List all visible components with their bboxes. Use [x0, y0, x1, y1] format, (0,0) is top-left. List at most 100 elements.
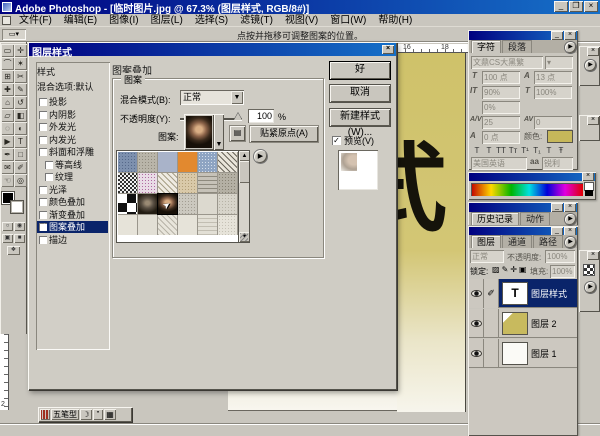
pattern-swatch-20[interactable] — [158, 215, 177, 235]
pattern-swatch-11[interactable] — [218, 173, 237, 193]
style-row-8[interactable]: 纹理 — [37, 171, 108, 183]
char-style-button-4[interactable]: T¹ — [519, 145, 531, 157]
pattern-dropdown-arrow[interactable]: ▼ — [214, 114, 224, 150]
pattern-swatch-1[interactable] — [138, 152, 157, 172]
char-style-button-0[interactable]: T — [471, 145, 483, 157]
menu-item-1[interactable]: 编辑(E) — [58, 14, 103, 27]
pattern-swatch-4[interactable] — [198, 152, 217, 172]
layer-row[interactable]: 图层 2 — [469, 309, 577, 338]
palette-close-icon[interactable]: × — [564, 203, 576, 212]
lock-icon-0[interactable]: ▨ — [492, 265, 502, 274]
tool-rect-marquee[interactable]: ▭ — [1, 44, 14, 57]
style-row-0[interactable]: 样式 — [37, 66, 108, 78]
lock-icons[interactable]: ▨✎✛▣ — [492, 265, 529, 274]
white-swatch[interactable] — [585, 183, 593, 190]
style-checkbox[interactable] — [39, 211, 47, 219]
style-checkbox[interactable]: ✓ — [39, 223, 47, 231]
keyboard-icon[interactable]: ▦ — [104, 409, 116, 420]
style-checkbox[interactable] — [39, 98, 47, 106]
menu-item-8[interactable]: 帮助(H) — [372, 14, 418, 27]
style-row-2[interactable]: 投影 — [37, 96, 108, 108]
char-style-button-1[interactable]: T — [483, 145, 495, 157]
pattern-scrollbar[interactable]: ▲ ▼ — [238, 151, 249, 242]
style-checkbox[interactable] — [45, 173, 53, 181]
lock-icon-3[interactable]: ▣ — [519, 265, 529, 274]
pattern-swatch-9[interactable] — [178, 173, 197, 193]
close-button[interactable]: × — [584, 1, 598, 12]
pattern-swatch-15[interactable] — [178, 194, 197, 214]
style-row-4[interactable]: 外发光 — [37, 121, 108, 133]
visibility-cell[interactable] — [469, 309, 484, 338]
palette-menu-icon[interactable]: ▶ — [565, 237, 576, 248]
layer-row[interactable]: 图层 1 — [469, 339, 577, 368]
tool-clone-stamp[interactable]: ⌂ — [1, 96, 14, 109]
pattern-swatch-7[interactable] — [138, 173, 157, 193]
pattern-swatch-2[interactable] — [158, 152, 177, 172]
palette-close-icon[interactable]: × — [587, 47, 599, 56]
layer-blend-mode-select[interactable]: 正常 — [470, 250, 504, 263]
link-cell[interactable] — [484, 309, 499, 338]
new-pattern-button[interactable]: ▤ — [230, 126, 245, 141]
language-select[interactable]: 美国英语 — [471, 157, 527, 170]
blend-mode-select[interactable]: 正常 ▼ — [180, 90, 244, 105]
moon-icon[interactable]: ☽ — [80, 409, 92, 420]
palette-title-bar[interactable]: × — [469, 173, 595, 181]
antialias-select[interactable]: 锐利 — [542, 157, 573, 170]
tab-actions[interactable]: 动作 — [520, 212, 550, 225]
style-row-6[interactable]: 斜面和浮雕 — [37, 146, 108, 158]
screen-mode-full-button[interactable]: ■ — [14, 234, 25, 243]
tab-layers[interactable]: 图层 — [471, 235, 501, 248]
layer-name[interactable]: 图层 1 — [531, 347, 557, 360]
tab-paths[interactable]: 路径 — [533, 235, 563, 248]
tool-dodge[interactable]: ◐ — [14, 122, 27, 135]
pattern-swatch-17[interactable] — [218, 194, 237, 214]
scroll-up-icon[interactable]: ▲ — [239, 151, 250, 161]
style-row-3[interactable]: 内阴影 — [37, 109, 108, 121]
tool-crop[interactable]: ⊞ — [1, 70, 14, 83]
style-checkbox[interactable] — [39, 111, 47, 119]
tab-character[interactable]: 字符 — [471, 40, 501, 53]
palette-close-icon[interactable]: × — [587, 251, 599, 260]
ok-button[interactable]: 好 — [330, 62, 390, 79]
tool-magic-wand[interactable]: ✶ — [14, 57, 27, 70]
eye-icon[interactable] — [471, 350, 482, 357]
jump-to-imageready-button[interactable]: ❖ — [7, 246, 20, 255]
link-cell[interactable] — [484, 339, 499, 368]
tool-type[interactable]: T — [14, 135, 27, 148]
tool-brush[interactable]: ✎ — [14, 83, 27, 96]
style-row-9[interactable]: 光泽 — [37, 184, 108, 196]
palette-menu-icon[interactable]: ▶ — [565, 42, 576, 53]
tool-pen[interactable]: ✒ — [1, 148, 14, 161]
lock-icon-2[interactable]: ✛ — [510, 265, 519, 274]
opacity-value-field[interactable]: 100 — [248, 109, 274, 123]
pattern-swatch-14[interactable]: ➤ — [158, 194, 177, 214]
char-style-button-2[interactable]: TT — [495, 145, 507, 157]
layer-thumbnail[interactable] — [503, 343, 527, 364]
char-style-button-6[interactable]: T — [543, 145, 555, 157]
tab-history[interactable]: 历史记录 — [471, 212, 519, 225]
style-checkbox[interactable] — [39, 148, 47, 156]
scrollbar-thumb[interactable] — [239, 161, 250, 183]
ime-grip-icon[interactable] — [40, 409, 50, 420]
palette-close-icon[interactable]: × — [587, 116, 599, 125]
palette-title-bar[interactable]: _ × — [469, 203, 577, 212]
pattern-swatch-22[interactable] — [198, 215, 217, 235]
screen-mode-standard-button[interactable]: ▣ — [2, 234, 13, 243]
visibility-cell[interactable] — [469, 339, 484, 368]
quick-mask-button[interactable]: ◉ — [14, 222, 25, 231]
tool-gradient[interactable]: ◧ — [14, 109, 27, 122]
font-family-select[interactable]: 文鼎CS大黑繁 — [471, 56, 543, 69]
menu-item-0[interactable]: 文件(F) — [13, 14, 58, 27]
snap-to-origin-button[interactable]: 贴紧原点(A) — [250, 126, 318, 142]
style-row-11[interactable]: 渐变叠加 — [37, 209, 108, 221]
style-row-13[interactable]: 描边 — [37, 234, 108, 246]
style-row-7[interactable]: 等高线 — [37, 159, 108, 171]
layer-thumbnail[interactable]: T — [503, 283, 527, 304]
pattern-swatch-18[interactable] — [118, 215, 137, 235]
pattern-swatch-13[interactable] — [138, 194, 157, 214]
pattern-thumbnail[interactable] — [184, 114, 214, 150]
char-style-button-5[interactable]: T₁ — [531, 145, 543, 157]
palette-title-bar[interactable]: _ × — [469, 31, 577, 40]
menu-item-7[interactable]: 窗口(W) — [324, 14, 372, 27]
layer-row-active[interactable]: ✐ T 图层样式 — [469, 279, 577, 308]
